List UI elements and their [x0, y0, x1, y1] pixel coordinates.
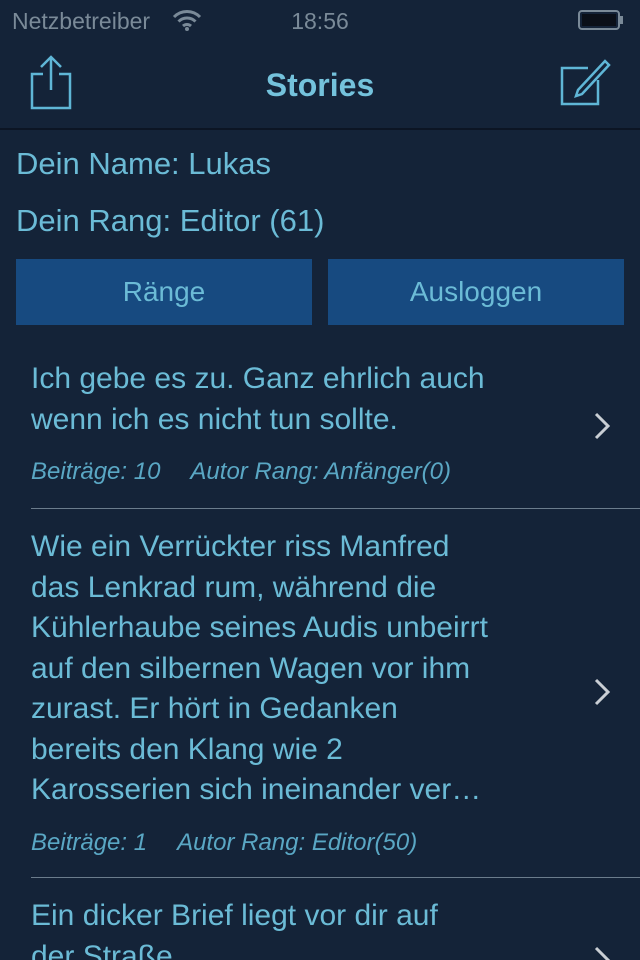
- author-rank: Autor Rang: Editor(50): [177, 829, 418, 856]
- story-text: Ein dicker Brief liegt vor dir auf der S…: [31, 899, 438, 960]
- story-list-item[interactable]: Ein dicker Brief liegt vor dir auf der S…: [0, 878, 640, 960]
- status-bar: Netzbetreiber 18:56: [0, 0, 640, 40]
- post-count: Beiträge: 10: [31, 458, 161, 485]
- post-count: Beiträge: 1: [31, 829, 148, 856]
- battery-icon: [578, 10, 623, 30]
- story-meta: Beiträge: 10 Autor Rang: Anfänger(0): [31, 458, 451, 486]
- story-list-item[interactable]: Wie ein Verrückter riss Manfred das Lenk…: [0, 509, 640, 877]
- story-meta: Beiträge: 1 Autor Rang: Editor(50): [31, 829, 417, 857]
- chevron-right-icon: [594, 412, 611, 440]
- user-rank-label: Dein Rang: Editor (61): [16, 203, 325, 238]
- page-title: Stories: [265, 67, 375, 103]
- user-name-label: Dein Name: Lukas: [16, 146, 272, 181]
- ranks-button[interactable]: Ränge: [16, 259, 312, 325]
- chevron-right-icon: [594, 678, 611, 706]
- clock: 18:56: [291, 8, 349, 34]
- compose-icon[interactable]: [558, 56, 612, 108]
- story-text: Ich gebe es zu. Ganz ehrlich auch wenn i…: [31, 362, 485, 436]
- navigation-bar: Stories: [0, 40, 640, 130]
- chevron-right-icon: [594, 946, 611, 960]
- logout-button[interactable]: Ausloggen: [328, 259, 624, 325]
- author-rank: Autor Rang: Anfänger(0): [190, 458, 452, 485]
- story-list-item[interactable]: Ich gebe es zu. Ganz ehrlich auch wenn i…: [0, 340, 640, 508]
- story-text: Wie ein Verrückter riss Manfred das Lenk…: [31, 530, 488, 806]
